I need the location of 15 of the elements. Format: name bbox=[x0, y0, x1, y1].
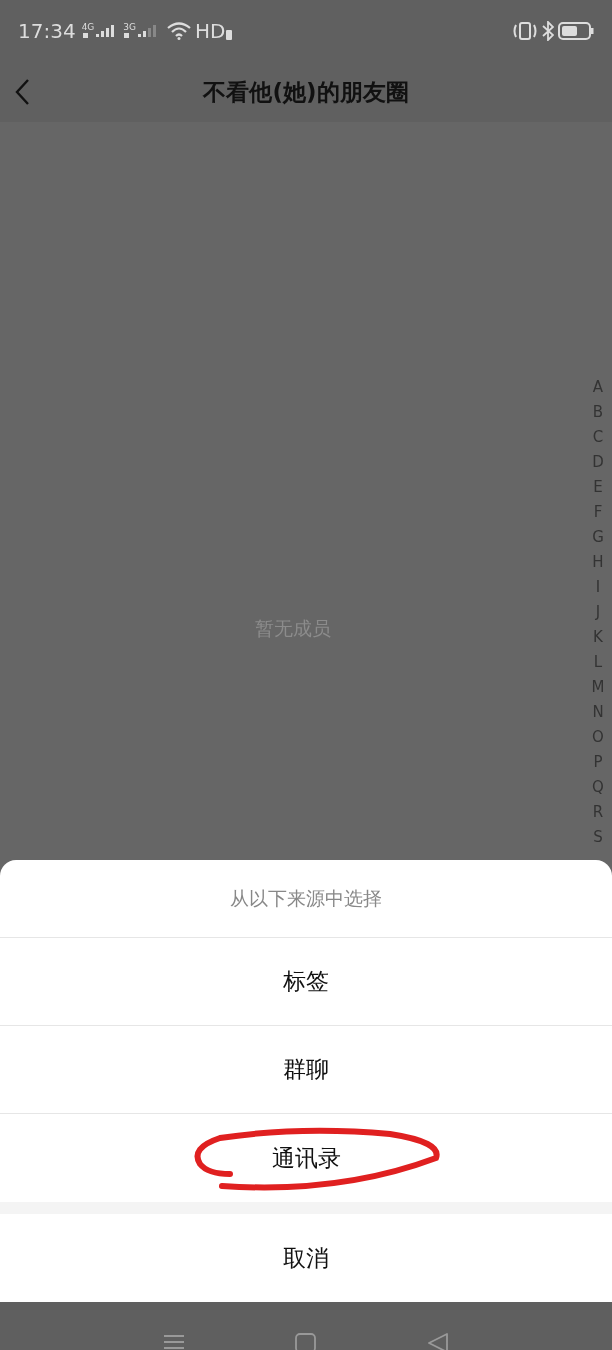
battery-icon bbox=[558, 21, 594, 41]
page-title: 不看他(她)的朋友圈 bbox=[203, 78, 409, 105]
hd-label: HD bbox=[195, 18, 226, 45]
bluetooth-icon bbox=[542, 21, 554, 41]
sheet-title: 从以下来源中选择 bbox=[230, 886, 382, 912]
network-label: 3G bbox=[123, 23, 137, 32]
network-label: 4G bbox=[81, 23, 95, 32]
wifi-icon bbox=[167, 22, 192, 40]
back-icon[interactable] bbox=[14, 78, 30, 106]
vibrate-icon bbox=[512, 21, 538, 41]
back-icon[interactable] bbox=[427, 1333, 449, 1350]
menu-icon[interactable] bbox=[163, 1334, 185, 1350]
home-icon[interactable] bbox=[295, 1333, 317, 1350]
hd-badge-icon bbox=[225, 30, 232, 40]
status-time: 17:34 bbox=[18, 18, 76, 45]
